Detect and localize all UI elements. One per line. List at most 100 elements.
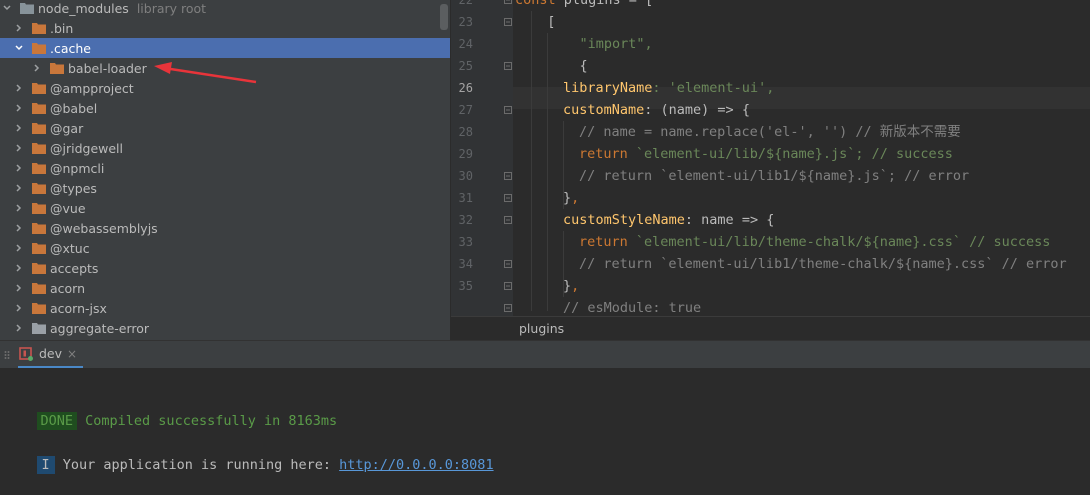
code-token: } [563, 278, 572, 294]
code-token: `element-ui/lib/${name}.js`; // success [635, 146, 953, 162]
chevron-right-icon[interactable] [14, 162, 24, 174]
line-number: 34 [458, 257, 473, 271]
close-icon[interactable]: × [67, 347, 77, 361]
tree-item[interactable]: .bin [0, 18, 450, 38]
tree-item[interactable]: acorn [0, 278, 450, 298]
chevron-right-icon[interactable] [14, 22, 24, 34]
chevron-right-icon[interactable] [14, 222, 24, 234]
tree-item[interactable]: @webassemblyjs [0, 218, 450, 238]
code-line: // return `element-ui/lib1/${name}.js`; … [579, 165, 969, 187]
tree-item[interactable]: @babel [0, 98, 450, 118]
tree-item[interactable]: .cache [0, 38, 450, 58]
tree-item-label: @ampproject [50, 80, 134, 96]
fold-marker-icon[interactable] [504, 18, 512, 26]
done-badge: DONE [36, 412, 78, 430]
folder-icon [32, 243, 46, 254]
tree-item[interactable]: @types [0, 178, 450, 198]
chevron-right-icon[interactable] [14, 142, 24, 154]
chevron-right-icon[interactable] [14, 182, 24, 194]
code-token: return [579, 146, 636, 162]
chevron-down-icon[interactable] [2, 2, 12, 14]
tree-item-label: @types [50, 180, 97, 196]
code-editor[interactable]: 22 23 24 25 26 27 28 29 30 31 32 33 34 35 const plugi… [451, 0, 1090, 316]
tree-item-label: @npmcli [50, 160, 105, 176]
code-line: // name = name.replace('el-', '') // 新版本… [579, 121, 961, 143]
folder-icon [32, 163, 46, 174]
tree-item-label: @gar [50, 120, 84, 136]
app-url-link[interactable]: http://0.0.0.0:8081 [339, 457, 493, 473]
tree-item[interactable]: aggregate-error [0, 318, 450, 338]
code-token: } [563, 190, 572, 206]
breadcrumb-item[interactable]: plugins [519, 321, 564, 336]
chevron-down-icon[interactable] [14, 42, 24, 54]
tree-item-label: babel-loader [68, 60, 147, 76]
tree-item[interactable]: accepts [0, 258, 450, 278]
tree-item[interactable]: acorn-jsx [0, 298, 450, 318]
chevron-right-icon[interactable] [14, 302, 24, 314]
tab-dev[interactable]: dev × [18, 341, 84, 369]
code-token: customName [563, 102, 645, 118]
fold-marker-icon[interactable] [504, 172, 512, 180]
line-number: 28 [458, 125, 473, 139]
code-token: // esModule: true [563, 300, 702, 316]
fold-marker-icon[interactable] [504, 282, 512, 290]
tree-item[interactable]: @gar [0, 118, 450, 138]
chevron-right-icon[interactable] [14, 322, 24, 334]
chevron-right-icon[interactable] [14, 102, 24, 114]
chevron-right-icon[interactable] [32, 62, 42, 74]
chevron-right-icon[interactable] [14, 202, 24, 214]
code-token: customStyleName [563, 212, 685, 228]
code-token: // name = name.replace('el-', '') // 新版本… [579, 124, 961, 140]
folder-icon [32, 43, 46, 54]
code-line: customStyleName: name => { [563, 209, 774, 231]
code-token: : 'element-ui', [652, 80, 775, 96]
drag-handle-icon[interactable] [4, 350, 10, 360]
tree-item[interactable]: @vue [0, 198, 450, 218]
line-number: 25 [458, 59, 473, 73]
chevron-right-icon[interactable] [14, 282, 24, 294]
line-number: 33 [458, 235, 473, 249]
folder-icon [50, 63, 64, 74]
chevron-right-icon[interactable] [14, 242, 24, 254]
npm-run-icon [19, 346, 33, 361]
fold-marker-icon[interactable] [504, 260, 512, 268]
chevron-right-icon[interactable] [14, 122, 24, 134]
line-number: 31 [458, 191, 473, 205]
tree-item-label: @xtuc [50, 240, 90, 256]
fold-marker-icon[interactable] [504, 194, 512, 202]
tree-item[interactable]: @jridgewell [0, 138, 450, 158]
folder-icon [32, 223, 46, 234]
code-token: { [579, 58, 588, 74]
chevron-right-icon[interactable] [14, 262, 24, 274]
code-line: }, [563, 187, 579, 209]
fold-marker-icon[interactable] [504, 216, 512, 224]
run-console[interactable]: DONE Compiled successfully in 8163ms I Y… [0, 368, 1090, 474]
fold-marker-icon[interactable] [504, 0, 512, 4]
tree-item[interactable]: @npmcli [0, 158, 450, 178]
code-token: , [571, 278, 580, 294]
fold-marker-icon[interactable] [504, 106, 512, 114]
chevron-right-icon[interactable] [14, 82, 24, 94]
code-line: { [547, 55, 588, 77]
tree-item-node-modules[interactable]: node_modules library root [0, 0, 450, 18]
vertical-scrollbar[interactable] [440, 4, 448, 30]
code-line: return `element-ui/lib/${name}.js`; // s… [579, 143, 953, 165]
line-number: 23 [458, 15, 473, 29]
editor-breadcrumb[interactable]: plugins [451, 316, 1090, 341]
code-token: // return `element-ui/lib1/${name}.js`; … [579, 168, 970, 184]
line-number: 26 [458, 81, 473, 95]
run-tool-window-tabs: dev × [0, 340, 1090, 369]
code-token: , [571, 190, 580, 206]
fold-marker-icon[interactable] [504, 62, 512, 70]
code-token: "import", [579, 36, 653, 52]
tree-item-label: acorn [50, 280, 86, 296]
line-number: 24 [458, 37, 473, 51]
fold-marker-icon[interactable] [504, 304, 512, 312]
folder-icon [32, 283, 46, 294]
compiled-message: Compiled successfully in 8163ms [77, 413, 338, 429]
tree-item[interactable]: @xtuc [0, 238, 450, 258]
tree-item-label: aggregate-error [50, 320, 150, 336]
folder-icon [32, 263, 46, 274]
console-line-done: DONE Compiled successfully in 8163ms [4, 391, 337, 430]
